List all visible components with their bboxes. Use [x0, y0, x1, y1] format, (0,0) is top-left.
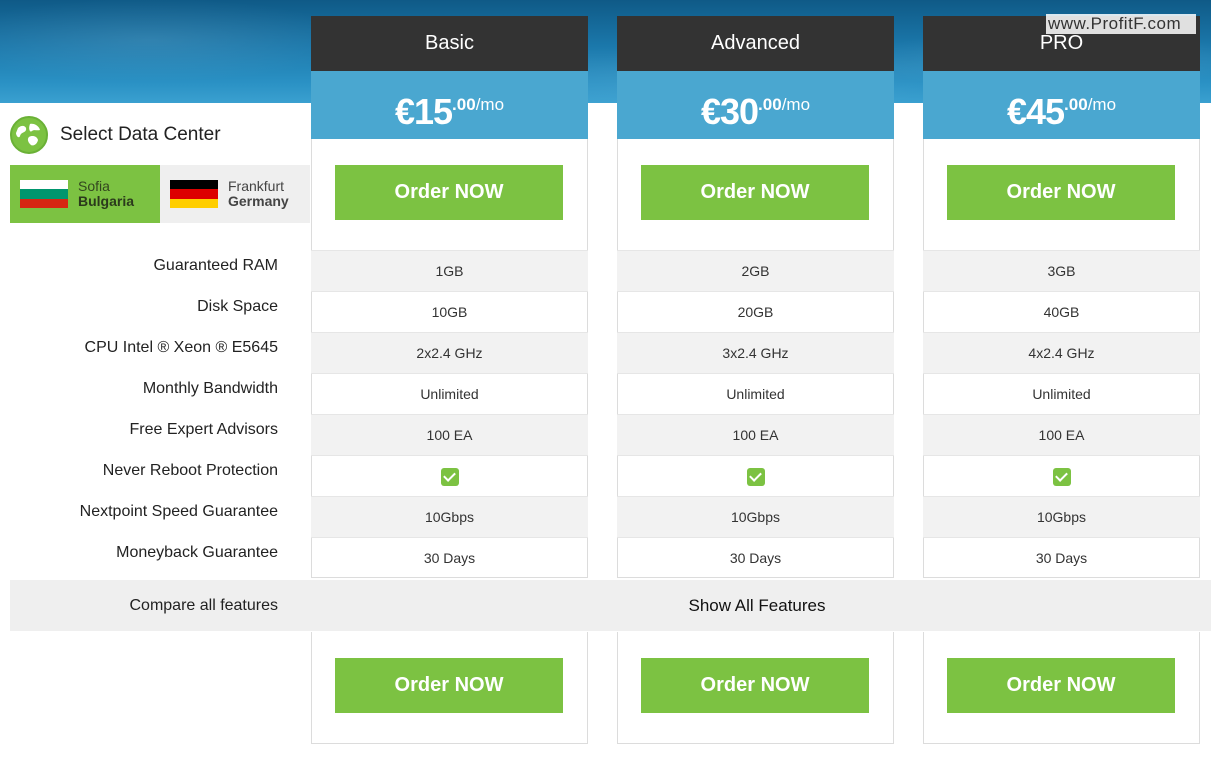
plan-feature-rows: 1GB 10GB 2x2.4 GHz Unlimited 100 EA 10Gbps 30 … [311, 250, 588, 578]
feature-label: Monthly Bandwidth [142, 380, 278, 397]
plan-feature-value: 4x2.4 GHz [923, 332, 1200, 373]
plan-feature-value: 30 Days [617, 537, 894, 578]
price-amount: €15 [394, 91, 453, 132]
checkmark-icon [746, 468, 765, 487]
plan-feature-value: 20GB [617, 291, 894, 332]
order-now-button[interactable]: Order NOW [641, 165, 869, 220]
order-now-button-bottom[interactable]: Order NOW [641, 658, 869, 713]
plan-feature-value: 3GB [923, 250, 1200, 291]
plan-feature-value: 2x2.4 GHz [311, 332, 588, 373]
feature-label: Moneyback Guarantee [116, 544, 278, 561]
order-now-button[interactable]: Order NOW [947, 165, 1175, 220]
feature-label: CPU Intel ® Xeon ® E5645 [84, 339, 278, 356]
order-now-button-bottom[interactable]: Order NOW [947, 658, 1175, 713]
price-unit: /mo [1087, 95, 1117, 114]
plan-feature-rows: 3GB 40GB 4x2.4 GHz Unlimited 100 EA 10Gbps 30 … [923, 250, 1200, 578]
plan-feature-value: 10Gbps [311, 496, 588, 537]
compare-bar: Compare all features Show All Features [10, 580, 1211, 631]
price-amount: €45 [1006, 91, 1065, 132]
price-unit: /mo [475, 95, 505, 114]
price-unit: /mo [781, 95, 811, 114]
plan-feature-value: 100 EA [923, 414, 1200, 455]
checkmark-icon [1052, 468, 1071, 487]
datacenter-country: Bulgaria [78, 193, 135, 209]
plan-feature-value: 100 EA [311, 414, 588, 455]
flag-icon [170, 180, 218, 208]
feature-label: Guaranteed RAM [153, 257, 278, 274]
feature-label: Nextpoint Speed Guarantee [79, 503, 278, 520]
plan-feature-check [311, 455, 588, 496]
plan-feature-check [923, 455, 1200, 496]
plan-feature-value: Unlimited [617, 373, 894, 414]
plan-price: €30.00/mo [617, 71, 894, 139]
datacenter-city: Frankfurt [228, 178, 285, 194]
watermark: www.ProfitF.com [1046, 14, 1196, 34]
plan-feature-value: 2GB [617, 250, 894, 291]
datacenter-option-text: Sofia Bulgaria [78, 179, 134, 209]
plan-feature-value: 10GB [311, 291, 588, 332]
datacenter-options: Sofia Bulgaria Frankfurt Germany [10, 165, 310, 223]
price-amount: €30 [700, 91, 759, 132]
feature-labels: Guaranteed RAM Disk Space CPU Intel ® Xeon… [0, 250, 278, 578]
datacenter-title-text: Select Data Center [60, 124, 221, 145]
order-now-button[interactable]: Order NOW [335, 165, 563, 220]
show-all-features-button[interactable]: Show All Features [688, 580, 825, 631]
plan-feature-value: 100 EA [617, 414, 894, 455]
plan-feature-value: 30 Days [311, 537, 588, 578]
feature-label: Never Reboot Protection [102, 462, 278, 479]
checkmark-icon [440, 468, 459, 487]
datacenter-country: Germany [228, 193, 289, 209]
plan-feature-value: 40GB [923, 291, 1200, 332]
plan-feature-value: 30 Days [923, 537, 1200, 578]
plan-feature-value: Unlimited [311, 373, 588, 414]
flag-icon [20, 180, 68, 208]
price-cents: .00 [1064, 95, 1088, 114]
plan-feature-value: Unlimited [923, 373, 1200, 414]
plan-price: €45.00/mo [923, 71, 1200, 139]
datacenter-city: Sofia [78, 178, 110, 194]
datacenter-option-frankfurt[interactable]: Frankfurt Germany [160, 165, 310, 223]
compare-label: Compare all features [129, 597, 278, 614]
plan-feature-value: 10Gbps [923, 496, 1200, 537]
price-cents: .00 [452, 95, 476, 114]
order-now-button-bottom[interactable]: Order NOW [335, 658, 563, 713]
feature-label: Free Expert Advisors [129, 421, 279, 438]
plan-feature-value: 1GB [311, 250, 588, 291]
price-cents: .00 [758, 95, 782, 114]
plan-feature-value: 3x2.4 GHz [617, 332, 894, 373]
plan-price: €15.00/mo [311, 71, 588, 139]
plan-feature-check [617, 455, 894, 496]
plan-feature-value: 10Gbps [617, 496, 894, 537]
feature-label: Disk Space [197, 298, 278, 315]
plan-feature-rows: 2GB 20GB 3x2.4 GHz Unlimited 100 EA 10Gbps 30 … [617, 250, 894, 578]
plan-name: Basic [311, 16, 588, 71]
plan-name: Advanced [617, 16, 894, 71]
datacenter-option-text: Frankfurt Germany [228, 179, 289, 209]
globe-icon [10, 116, 48, 154]
datacenter-title: Select Data Center [10, 115, 221, 155]
datacenter-option-sofia[interactable]: Sofia Bulgaria [10, 165, 160, 223]
